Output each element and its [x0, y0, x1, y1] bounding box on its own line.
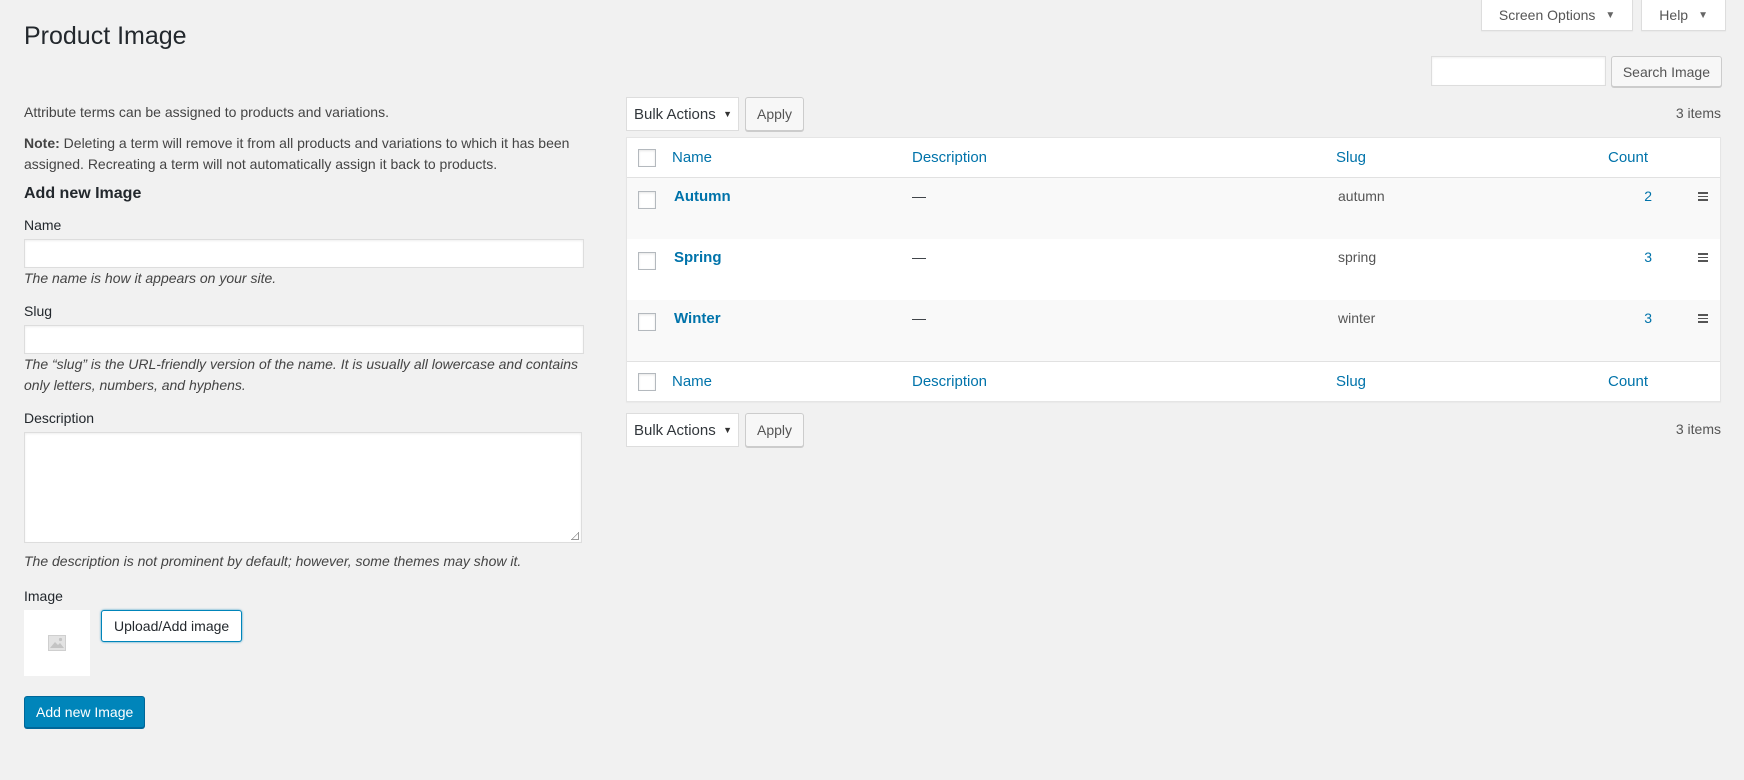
drag-handle-icon[interactable]	[1698, 251, 1708, 264]
note-text: Note: Deleting a term will remove it fro…	[24, 133, 606, 175]
tablenav-top: Bulk Actions ▼ Apply 3 items	[626, 96, 1721, 132]
drag-handle-icon[interactable]	[1698, 190, 1708, 203]
column-header-description[interactable]: Description	[912, 149, 987, 166]
slug-label: Slug	[24, 303, 53, 319]
terms-table: Name Description Slug Count Autumn — aut…	[626, 137, 1721, 402]
image-thumbnail	[24, 610, 90, 676]
page-title: Product Image	[24, 22, 187, 50]
term-description: —	[912, 310, 926, 326]
select-all-checkbox[interactable]	[638, 373, 656, 391]
select-all-checkbox[interactable]	[638, 149, 656, 167]
add-term-form: Attribute terms can be assigned to produ…	[24, 102, 606, 728]
screen-options-label: Screen Options	[1498, 7, 1596, 23]
row-checkbox[interactable]	[638, 191, 656, 209]
screen-meta-links: Screen Options ▼ Help ▼	[1480, 0, 1726, 31]
slug-hint: The “slug” is the URL-friendly version o…	[24, 356, 579, 393]
table-row: Autumn — autumn 2	[627, 178, 1720, 239]
row-checkbox[interactable]	[638, 313, 656, 331]
caret-down-icon: ▼	[1605, 9, 1616, 21]
term-slug: autumn	[1338, 188, 1385, 204]
apply-button[interactable]: Apply	[745, 413, 805, 447]
description-textarea[interactable]	[24, 432, 582, 543]
term-slug: spring	[1338, 249, 1377, 265]
column-footer-description[interactable]: Description	[912, 373, 987, 390]
term-count-link[interactable]: 3	[1608, 310, 1652, 326]
items-count: 3 items	[1675, 421, 1721, 437]
column-footer-name[interactable]: Name	[672, 373, 712, 390]
name-hint: The name is how it appears on your site.	[24, 270, 277, 286]
items-count: 3 items	[1675, 105, 1721, 121]
term-count-link[interactable]: 3	[1608, 249, 1652, 265]
term-slug: winter	[1338, 310, 1376, 326]
table-row: Winter — winter 3	[627, 300, 1720, 361]
term-name-link[interactable]: Spring	[674, 249, 722, 266]
help-toggle[interactable]: Help ▼	[1641, 0, 1726, 31]
caret-down-icon: ▼	[1698, 9, 1708, 21]
column-footer-slug[interactable]: Slug	[1336, 373, 1366, 390]
table-row: Spring — spring 3	[627, 239, 1720, 300]
drag-handle-icon[interactable]	[1698, 312, 1708, 325]
form-heading: Add new Image	[24, 185, 142, 202]
bulk-actions-label: Bulk Actions	[634, 421, 716, 439]
search-button[interactable]: Search Image	[1610, 56, 1722, 87]
table-footer: Name Description Slug Count	[627, 361, 1720, 401]
table-header: Name Description Slug Count	[627, 138, 1720, 178]
column-header-count[interactable]: Count	[1608, 149, 1667, 166]
resize-grip-icon[interactable]	[571, 532, 579, 540]
term-description: —	[912, 249, 926, 265]
bulk-actions-label: Bulk Actions	[634, 105, 716, 123]
term-count-link[interactable]: 2	[1608, 188, 1652, 204]
description-label: Description	[24, 410, 95, 426]
caret-down-icon: ▼	[723, 425, 732, 435]
search-box: Search Image	[1430, 56, 1722, 87]
upload-image-button[interactable]: Upload/Add image	[101, 610, 243, 642]
name-label: Name	[24, 217, 62, 233]
image-placeholder-icon	[48, 635, 66, 651]
column-footer-count[interactable]: Count	[1608, 373, 1667, 390]
name-input[interactable]	[24, 239, 584, 268]
tablenav-bottom: Bulk Actions ▼ Apply 3 items	[626, 412, 1721, 448]
description-hint: The description is not prominent by defa…	[24, 553, 522, 569]
caret-down-icon: ▼	[723, 109, 732, 119]
slug-input[interactable]	[24, 325, 584, 354]
help-label: Help	[1659, 7, 1689, 23]
row-checkbox[interactable]	[638, 252, 656, 270]
add-new-image-button[interactable]: Add new Image	[24, 696, 146, 728]
term-name-link[interactable]: Autumn	[674, 188, 731, 205]
search-input[interactable]	[1430, 56, 1606, 86]
screen-options-toggle[interactable]: Screen Options ▼	[1480, 0, 1634, 31]
apply-button[interactable]: Apply	[745, 97, 805, 131]
image-field: Upload/Add image	[24, 610, 606, 676]
intro-text: Attribute terms can be assigned to produ…	[24, 104, 389, 120]
terms-list: Bulk Actions ▼ Apply 3 items Name Descri…	[626, 96, 1721, 448]
bulk-actions-select[interactable]: Bulk Actions ▼	[626, 97, 739, 131]
note-label: Note:	[24, 135, 60, 151]
note-body: Deleting a term will remove it from all …	[24, 135, 570, 172]
image-label: Image	[24, 588, 63, 604]
term-description: —	[912, 188, 926, 204]
bulk-actions-select[interactable]: Bulk Actions ▼	[626, 413, 739, 447]
term-name-link[interactable]: Winter	[674, 310, 721, 327]
column-header-name[interactable]: Name	[672, 149, 712, 166]
column-header-slug[interactable]: Slug	[1336, 149, 1366, 166]
